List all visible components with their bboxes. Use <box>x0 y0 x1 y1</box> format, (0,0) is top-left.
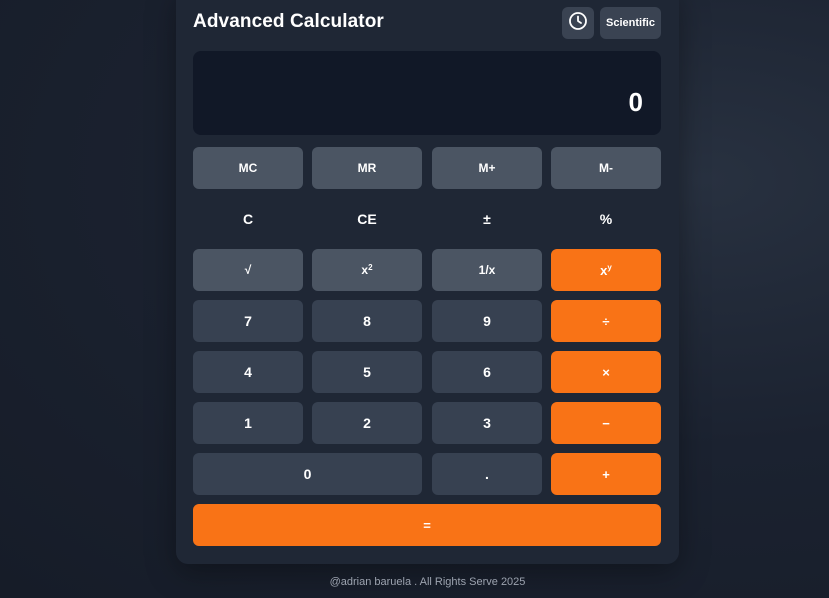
clear-entry-button[interactable]: CE <box>312 198 422 240</box>
square-base-label: x <box>361 263 369 277</box>
power-base-label: x <box>600 262 608 278</box>
reciprocal-button[interactable]: 1/x <box>432 249 542 291</box>
subtract-button[interactable]: − <box>551 402 661 444</box>
digit-1-button[interactable]: 1 <box>193 402 303 444</box>
toggle-sign-button[interactable]: ± <box>432 198 542 240</box>
reciprocal-label: 1/x <box>478 263 496 277</box>
multiply-button[interactable]: × <box>551 351 661 393</box>
equals-button[interactable]: = <box>193 504 661 546</box>
footer-credit: @adrian baruela . All Rights Serve 2025 <box>329 576 526 588</box>
memory-subtract-button[interactable]: M- <box>551 147 661 189</box>
digit-8-button[interactable]: 8 <box>312 300 422 342</box>
digit-6-button[interactable]: 6 <box>432 351 542 393</box>
digit-9-button[interactable]: 9 <box>432 300 542 342</box>
history-button[interactable] <box>562 7 594 39</box>
square-root-button[interactable]: √ <box>193 249 303 291</box>
digit-5-button[interactable]: 5 <box>312 351 422 393</box>
digit-3-button[interactable]: 3 <box>432 402 542 444</box>
display-value: 0 <box>628 87 643 117</box>
percent-button[interactable]: % <box>551 198 661 240</box>
digit-4-button[interactable]: 4 <box>193 351 303 393</box>
digit-7-button[interactable]: 7 <box>193 300 303 342</box>
app-title: Advanced Calculator <box>193 11 384 32</box>
memory-add-button[interactable]: M+ <box>432 147 542 189</box>
digit-2-button[interactable]: 2 <box>312 402 422 444</box>
divide-button[interactable]: ÷ <box>551 300 661 342</box>
clock-icon <box>568 11 588 36</box>
decimal-point-button[interactable]: . <box>432 453 542 495</box>
square-root-label: √ <box>244 263 252 277</box>
add-button[interactable]: + <box>551 453 661 495</box>
digit-0-button[interactable]: 0 <box>193 453 422 495</box>
power-button[interactable]: xy <box>551 249 661 291</box>
clear-button[interactable]: C <box>193 198 303 240</box>
calculator-display: 0 <box>193 51 661 135</box>
scientific-mode-button[interactable]: Scientific <box>600 7 661 39</box>
memory-recall-button[interactable]: MR <box>312 147 422 189</box>
square-button[interactable]: x2 <box>312 249 422 291</box>
memory-clear-button[interactable]: MC <box>193 147 303 189</box>
